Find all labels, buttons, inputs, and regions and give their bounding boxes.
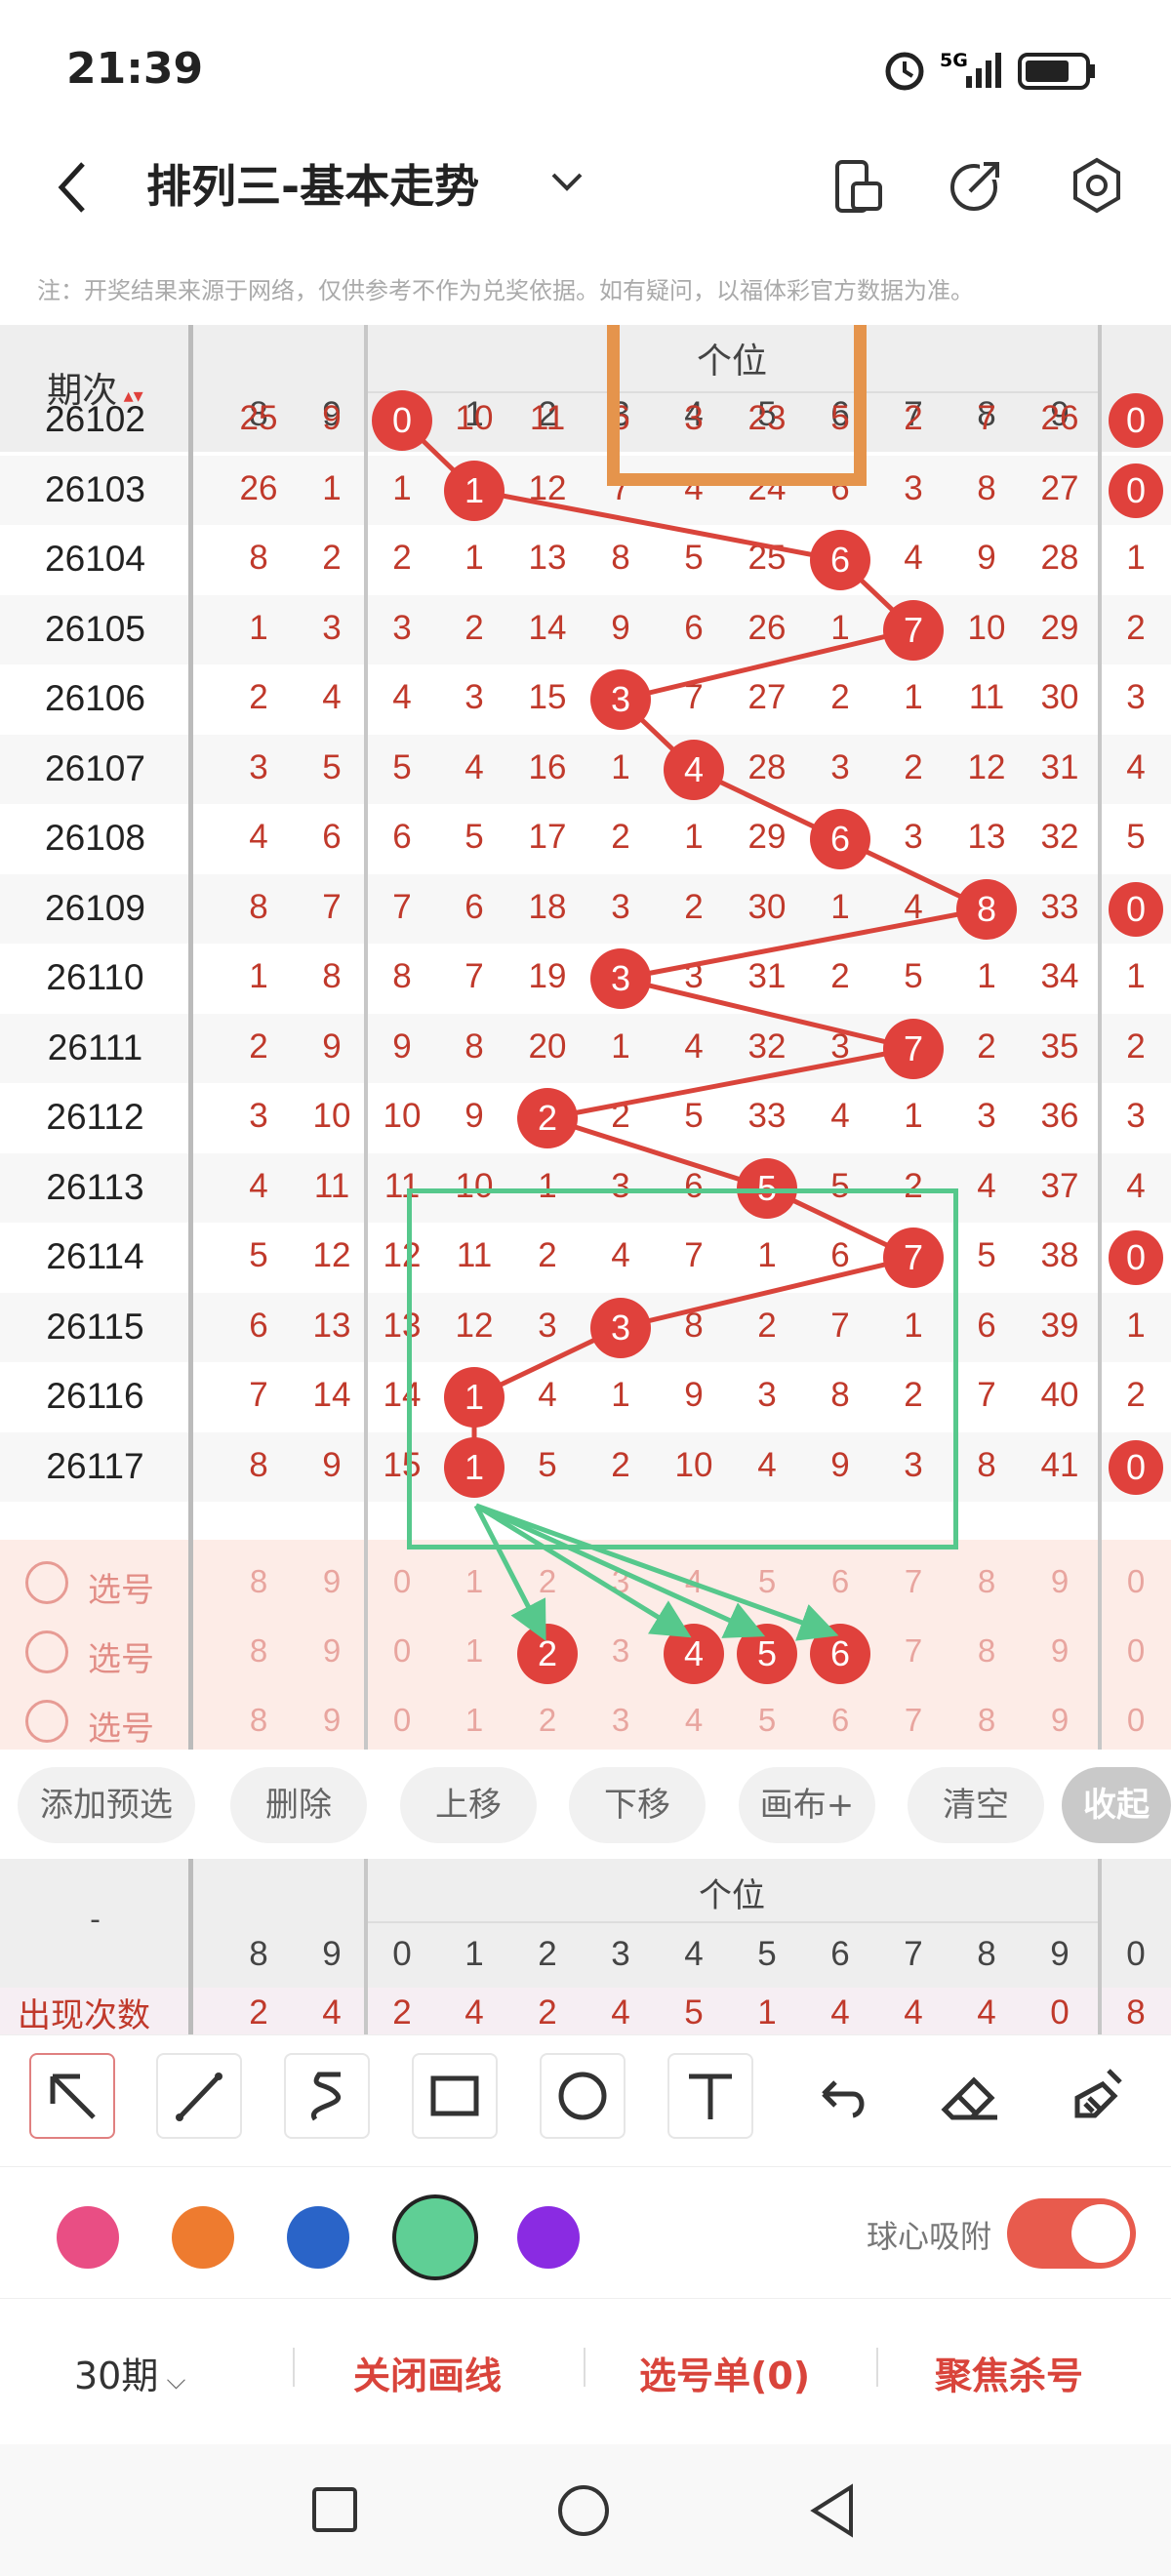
page-title[interactable]: 排列三-基本走势: [146, 151, 479, 216]
trend-sheet[interactable]: 期次 ▴▾ 个位 8901234567890 26102259101163235…: [0, 325, 1171, 1750]
close-lines-button[interactable]: 关闭画线: [353, 2346, 502, 2399]
period-select[interactable]: 30期 ⌵: [74, 2346, 185, 2399]
settings-icon[interactable]: [1068, 156, 1126, 215]
share-icon[interactable]: [947, 158, 1005, 215]
rectangle-tool[interactable]: [412, 2053, 498, 2139]
status-bar: 21:39 5G: [0, 0, 1171, 141]
back-nav-icon[interactable]: [808, 2483, 857, 2538]
color-swatch-purple[interactable]: [517, 2206, 580, 2269]
stats-digit: 0: [1126, 1935, 1146, 1973]
action-button[interactable]: 画布+: [739, 1767, 875, 1843]
home-icon[interactable]: [556, 2483, 611, 2538]
action-button-row: 添加预选 删除 上移 下移 画布+ 清空 收起: [0, 1751, 1171, 1859]
occurrence-count: 4: [322, 1993, 342, 2032]
text-icon: [689, 2073, 732, 2119]
curve-icon: [310, 2072, 342, 2121]
status-icons: 5G: [885, 50, 1095, 91]
svg-text:5G: 5G: [940, 50, 968, 71]
occurrence-count: 4: [830, 1993, 850, 2032]
occurrence-label: 出现次数: [18, 1996, 150, 2035]
stats-digit: 3: [611, 1935, 630, 1973]
text-tool[interactable]: [667, 2053, 753, 2139]
green-arrows[interactable]: [0, 325, 1171, 1750]
curve-tool[interactable]: [284, 2053, 370, 2139]
rect-icon: [430, 2075, 479, 2116]
occurrence-count: 1: [757, 1993, 777, 2032]
focus-kill-button[interactable]: 聚焦杀号: [935, 2346, 1083, 2399]
action-button[interactable]: 收起: [1062, 1767, 1171, 1843]
eraser-icon[interactable]: [929, 2055, 1011, 2137]
color-palette-row: 球心吸附: [0, 2166, 1171, 2298]
occurrence-count: 2: [392, 1993, 412, 2032]
recents-icon[interactable]: [310, 2485, 359, 2534]
stats-digit: 5: [757, 1935, 777, 1973]
rotate-screen-icon[interactable]: [831, 158, 884, 215]
drawing-toolbar: [0, 2034, 1171, 2166]
stats-digit: 1: [464, 1935, 484, 1973]
arrow-icon: [50, 2073, 96, 2119]
stats-panel: - 个位 8 9 0 1 2 3 4 5 6 7 8 9 0 出现次数 2 4 2 4 2 4 5 1 4 4 4 0 8: [0, 1859, 1171, 2035]
undo-icon[interactable]: [800, 2055, 882, 2137]
line-icon: [176, 2073, 222, 2121]
footer-bar: 30期 ⌵ 关闭画线 选号单(0) 聚焦杀号: [0, 2298, 1171, 2444]
color-swatch-pink[interactable]: [57, 2206, 119, 2269]
color-swatch-blue[interactable]: [287, 2206, 349, 2269]
circle-icon: [558, 2072, 607, 2120]
occurrence-count: 4: [977, 1993, 996, 2032]
stats-digit: 9: [1050, 1935, 1070, 1973]
color-swatch-green-selected[interactable]: [392, 2194, 478, 2280]
line-tool[interactable]: [156, 2053, 242, 2139]
occurrence-count: 5: [684, 1993, 704, 2032]
stats-digit: 8: [249, 1935, 268, 1973]
clock: 21:39: [66, 44, 204, 94]
stats-digit: 7: [904, 1935, 923, 1973]
clear-brush-icon[interactable]: [1056, 2055, 1138, 2137]
chevron-down-icon[interactable]: [549, 171, 585, 194]
disclaimer-note: 注：开奖结果来源于网络，仅供参考不作为兑奖依据。如有疑问，以福体彩官方数据为准。: [37, 277, 974, 304]
action-button[interactable]: 清空: [908, 1767, 1044, 1843]
stats-digit: 6: [830, 1935, 850, 1973]
stats-dash: -: [90, 1903, 101, 1937]
stats-digit: 9: [322, 1935, 342, 1973]
toggle-knob: [1071, 2204, 1130, 2263]
arrow-tool[interactable]: [29, 2053, 115, 2139]
stats-digit: 2: [538, 1935, 557, 1973]
stats-group-header: 个位: [366, 1869, 1098, 1923]
occurrence-count: 4: [904, 1993, 923, 2032]
color-swatch-orange[interactable]: [172, 2206, 234, 2269]
back-icon[interactable]: [54, 158, 93, 217]
occurrence-count: 0: [1050, 1993, 1070, 2032]
action-button[interactable]: 添加预选: [18, 1767, 195, 1843]
action-button[interactable]: 删除: [230, 1767, 367, 1843]
stats-digit: 0: [392, 1935, 412, 1973]
system-nav-bar: [0, 2444, 1171, 2576]
occurrence-count: 4: [464, 1993, 484, 2032]
occurrence-count: 8: [1126, 1993, 1146, 2032]
action-button[interactable]: 下移: [569, 1767, 706, 1843]
snap-label: 球心吸附: [867, 2218, 992, 2255]
pick-list-button[interactable]: 选号单(0): [639, 2346, 810, 2399]
snap-toggle[interactable]: [1007, 2198, 1136, 2269]
occurrence-count: 2: [538, 1993, 557, 2032]
circle-tool[interactable]: [540, 2053, 626, 2139]
action-button[interactable]: 上移: [400, 1767, 537, 1843]
stats-digit: 8: [977, 1935, 996, 1973]
occurrence-count: 2: [249, 1993, 268, 2032]
stats-digit: 4: [684, 1935, 704, 1973]
occurrence-count: 4: [611, 1993, 630, 2032]
